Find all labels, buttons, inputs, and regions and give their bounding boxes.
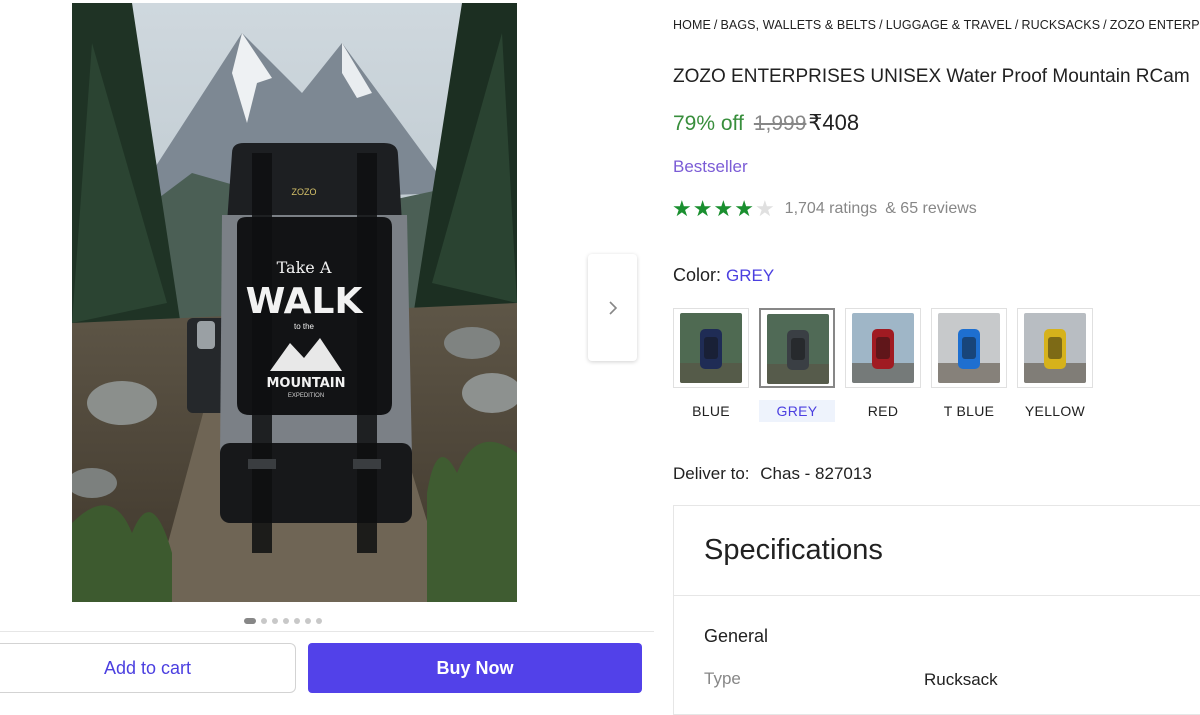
color-swatch-label[interactable]: YELLOW <box>1017 400 1093 422</box>
spec-value: Rucksack <box>924 670 998 689</box>
color-swatch-label[interactable]: GREY <box>759 400 835 422</box>
swatch-thumbnail <box>1024 313 1086 383</box>
breadcrumb-item[interactable]: BAGS, WALLETS & BELTS <box>720 18 876 32</box>
delivery-location[interactable]: Deliver to: Chas - 827013 <box>673 464 872 484</box>
star-filled-icon: ★ <box>734 196 754 221</box>
price-row: 79% off 1,999 ₹408 <box>673 110 859 136</box>
breadcrumb: HOME / BAGS, WALLETS & BELTS / LUGGAGE & TRA… <box>673 18 1200 32</box>
bag-print-line2: WALK <box>246 281 364 322</box>
buy-now-button[interactable]: Buy Now <box>308 643 642 693</box>
color-swatch-t-blue[interactable] <box>931 308 1007 388</box>
breadcrumb-item[interactable]: RUCKSACKS <box>1021 18 1100 32</box>
divider <box>674 595 1200 596</box>
color-swatch-grey[interactable] <box>759 308 835 388</box>
color-label: Color: GREY <box>673 265 774 286</box>
breadcrumb-item[interactable]: LUGGAGE & TRAVEL <box>886 18 1012 32</box>
star-filled-icon: ★ <box>692 196 713 221</box>
swatch-thumbnail <box>767 314 829 384</box>
star-rating: ★ ★ ★ ★ ★ <box>672 198 775 220</box>
swatch-thumbnail <box>680 313 742 383</box>
swatch-thumbnail <box>938 313 1000 383</box>
ratings-count: 1,704 ratings <box>784 200 878 217</box>
bag-print-line5: EXPEDITION <box>288 393 324 399</box>
bag-print-line4: MOUNTAIN <box>266 376 345 391</box>
specifications-card: Specifications General Type Rucksack <box>673 505 1200 715</box>
pagination-dot[interactable] <box>305 618 311 624</box>
specifications-title: Specifications <box>704 534 883 566</box>
color-label-text: Color: <box>673 265 722 285</box>
star-filled-icon: ★ <box>713 196 734 221</box>
pagination-dot[interactable] <box>244 618 256 624</box>
original-price: 1,999 <box>753 112 807 135</box>
pagination-dot[interactable] <box>272 618 278 624</box>
pagination-dot[interactable] <box>294 618 300 624</box>
next-image-button[interactable] <box>588 254 637 361</box>
star-filled-icon: ★ <box>672 196 692 221</box>
pagination-dot[interactable] <box>283 618 289 624</box>
product-title: ZOZO ENTERPRISES UNISEX Water Proof Moun… <box>673 66 1190 87</box>
color-swatch-label[interactable]: BLUE <box>673 400 749 422</box>
breadcrumb-separator: / <box>713 18 718 32</box>
reviews-count: & 65 reviews <box>885 200 977 217</box>
star-empty-icon: ★ <box>754 196 775 221</box>
breadcrumb-separator: / <box>1014 18 1019 32</box>
product-main-image[interactable]: ZOZO Take A WALK to the MOUNTAIN EXPEDIT… <box>72 3 517 602</box>
breadcrumb-item[interactable]: HOME <box>673 18 711 32</box>
color-swatch-label[interactable]: RED <box>845 400 921 422</box>
breadcrumb-item[interactable]: ZOZO ENTERPRIS <box>1110 18 1200 32</box>
bag-print-line1: Take A <box>277 258 332 277</box>
pagination-dot[interactable] <box>316 618 322 624</box>
selling-price: ₹408 <box>808 110 860 135</box>
discount-percent: 79% off <box>673 112 744 135</box>
spec-key: Type <box>704 669 741 688</box>
pagination-dot[interactable] <box>261 618 267 624</box>
color-swatch-blue[interactable] <box>673 308 749 388</box>
breadcrumb-separator: / <box>1103 18 1107 32</box>
color-swatch-yellow[interactable] <box>1017 308 1093 388</box>
color-swatch-red[interactable] <box>845 308 921 388</box>
deliver-to-label: Deliver to: <box>673 464 750 483</box>
breadcrumb-separator: / <box>879 18 883 32</box>
selected-color: GREY <box>726 266 775 285</box>
spec-group-title: General <box>704 626 769 646</box>
bestseller-badge: Bestseller <box>673 157 748 176</box>
delivery-pincode: Chas - 827013 <box>760 464 872 483</box>
bag-brand-text: ZOZO <box>292 187 317 197</box>
chevron-right-icon <box>608 300 617 315</box>
add-to-cart-button[interactable]: Add to cart <box>0 643 296 693</box>
color-swatch-label[interactable]: T BLUE <box>931 400 1007 422</box>
bag-print-line3: to the <box>294 322 315 331</box>
image-pagination-dots <box>244 616 322 626</box>
swatch-thumbnail <box>852 313 914 383</box>
rating-summary[interactable]: ★ ★ ★ ★ ★ 1,704 ratings & 65 reviews <box>672 198 977 220</box>
backpack-photo: ZOZO Take A WALK to the MOUNTAIN EXPEDIT… <box>72 3 517 602</box>
